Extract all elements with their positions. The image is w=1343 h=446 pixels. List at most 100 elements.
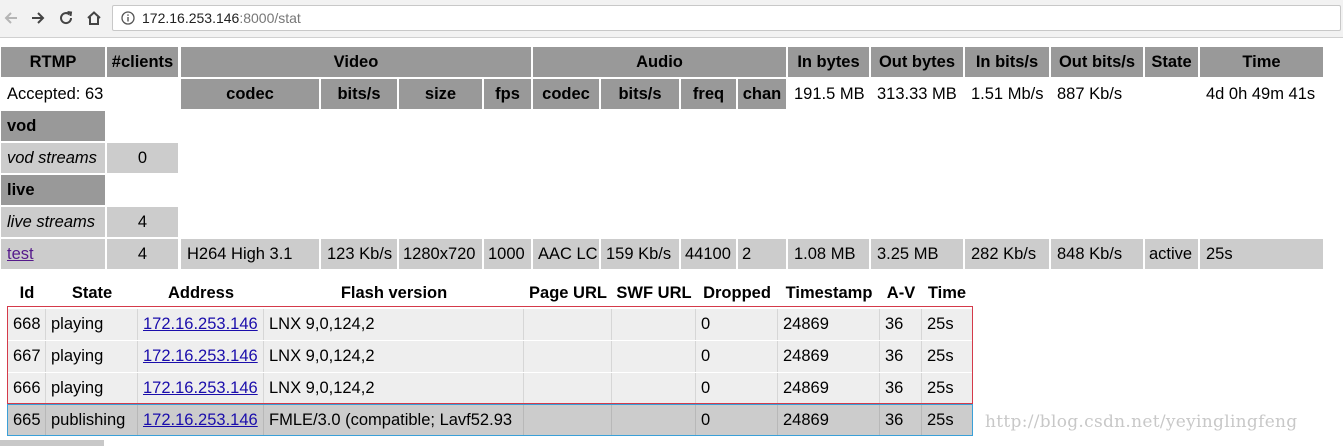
client-cell-address: 172.16.253.146 [138,309,264,340]
client-header-id: Id [19,284,35,302]
live-streams-count: 4 [107,207,178,237]
client-cell-timestamp: 24869 [778,341,880,372]
stream-time: 25s [1200,239,1323,269]
client-cell-address: 172.16.253.146 [138,341,264,372]
client-address-link[interactable]: 172.16.253.146 [143,379,258,397]
client-cell-page-url [524,373,612,404]
vod-streams-count: 0 [107,143,178,173]
summary-in-bits: 1.51 Mb/s [971,85,1044,103]
client-cell-timestamp: 24869 [778,309,880,340]
client-cell-state: playing [46,309,138,340]
header-audio: Audio [533,47,786,77]
header-clients: #clients [107,47,178,77]
client-cell-id: 665 [8,405,46,435]
client-cell-state: playing [46,373,138,404]
client-cell-id: 667 [8,341,46,372]
stream-video-bits: 123 Kb/s [321,239,397,269]
client-cell-swf-url [612,309,696,340]
client-cell-dropped: 0 [696,341,778,372]
watermark: http://blog.csdn.net/yeyinglingfeng [985,412,1298,432]
stream-out-bytes: 3.25 MB [871,239,963,269]
subheader-video-fps: fps [484,79,531,109]
client-cell-flash: LNX 9,0,124,2 [264,309,524,340]
stream-video-fps: 1000 [484,239,531,269]
subheader-video-size: size [399,79,482,109]
live-section-title: live [1,175,105,205]
accepted-count: Accepted: 63 [7,85,104,103]
summary-out-bits: 887 Kb/s [1057,85,1123,103]
client-cell-timestamp: 24869 [778,405,880,435]
horizontal-scrollbar[interactable] [0,440,104,446]
client-cell-dropped: 0 [696,405,778,435]
subheader-audio-chan: chan [738,79,786,109]
client-cell-address: 172.16.253.146 [138,405,264,435]
stream-state: active [1145,239,1198,269]
header-rtmp: RTMP [1,47,105,77]
client-cell-av: 36 [880,309,922,340]
summary-out-bytes: 313.33 MB [877,85,957,103]
subheader-video-bits: bits/s [321,79,397,109]
client-cell-dropped: 0 [696,373,778,404]
client-cell-time: 25s [922,341,973,372]
client-cell-flash: FMLE/3.0 (compatible; Lavf52.93 [264,405,524,435]
stream-name-cell: test [1,239,105,269]
client-header-swf-url: SWF URL [616,284,692,302]
subheader-video-codec: codec [181,79,319,109]
header-in-bytes: In bytes [788,47,869,77]
subheader-audio-bits: bits/s [601,79,679,109]
client-cell-av: 36 [880,341,922,372]
header-video: Video [181,47,531,77]
subheader-audio-codec: codec [533,79,599,109]
subheader-audio-freq: freq [681,79,736,109]
client-header-timestamp: Timestamp [785,284,873,302]
client-address-link[interactable]: 172.16.253.146 [143,347,258,365]
stream-out-bits: 848 Kb/s [1051,239,1143,269]
stream-audio-bits: 159 Kb/s [601,239,679,269]
header-in-bits: In bits/s [965,47,1049,77]
client-cell-page-url [524,341,612,372]
header-out-bytes: Out bytes [871,47,963,77]
stream-audio-freq: 44100 [681,239,736,269]
stream-in-bytes: 1.08 MB [788,239,869,269]
client-cell-flash: LNX 9,0,124,2 [264,341,524,372]
client-cell-av: 36 [880,373,922,404]
client-header-address: Address [167,284,235,302]
client-cell-address: 172.16.253.146 [138,373,264,404]
stream-video-size: 1280x720 [399,239,482,269]
rtmp-stat-page: RTMP #clients Video Audio In bytes Out b… [0,0,1343,446]
vod-streams-label: vod streams [1,143,105,173]
header-out-bits: Out bits/s [1051,47,1143,77]
client-cell-timestamp: 24869 [778,373,880,404]
stream-audio-chan: 2 [738,239,786,269]
client-cell-time: 25s [922,309,973,340]
summary-time: 4d 0h 49m 41s [1206,85,1316,103]
stream-name-link[interactable]: test [7,245,34,263]
stream-audio-codec: AAC LC [533,239,599,269]
client-address-link[interactable]: 172.16.253.146 [143,411,258,429]
client-cell-swf-url [612,341,696,372]
header-time: Time [1200,47,1323,77]
client-cell-time: 25s [922,405,973,435]
summary-in-bytes: 191.5 MB [794,85,865,103]
client-header-time: Time [927,284,967,302]
client-cell-state: publishing [46,405,138,435]
live-streams-label: live streams [1,207,105,237]
client-cell-page-url [524,405,612,435]
client-cell-dropped: 0 [696,309,778,340]
client-cell-id: 668 [8,309,46,340]
vod-section-title: vod [1,111,105,141]
client-cell-page-url [524,309,612,340]
client-cell-id: 666 [8,373,46,404]
client-cell-state: playing [46,341,138,372]
client-header-state: State [71,284,113,302]
client-cell-av: 36 [880,405,922,435]
client-cell-flash: LNX 9,0,124,2 [264,373,524,404]
client-address-link[interactable]: 172.16.253.146 [143,315,258,333]
stream-in-bits: 282 Kb/s [965,239,1049,269]
stream-clients: 4 [107,239,178,269]
client-cell-swf-url [612,373,696,404]
client-header-dropped: Dropped [703,284,771,302]
stream-video-codec: H264 High 3.1 [181,239,319,269]
client-cell-swf-url [612,405,696,435]
client-header-page-url: Page URL [529,284,607,302]
